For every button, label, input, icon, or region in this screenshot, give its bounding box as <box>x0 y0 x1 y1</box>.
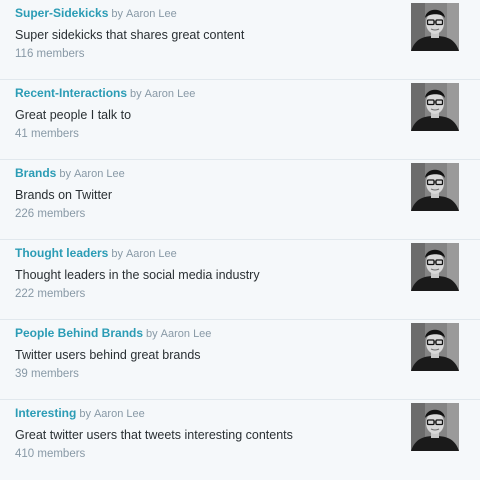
list-name-link[interactable]: Interesting <box>15 406 76 420</box>
avatar-photo-icon <box>411 323 459 371</box>
lists-list: Super-Sidekicks by Aaron Lee Super sidekic… <box>0 0 480 480</box>
avatar-photo-icon <box>411 83 459 131</box>
owner-name[interactable]: Aaron Lee <box>74 168 125 180</box>
owner-name[interactable]: Aaron Lee <box>126 248 177 260</box>
member-count[interactable]: 41 members <box>15 127 79 141</box>
list-item: People Behind Brands by Aaron Lee Twitter … <box>0 320 480 400</box>
list-byline: by Aaron Lee <box>76 408 144 420</box>
owner-name[interactable]: Aaron Lee <box>161 328 212 340</box>
owner-avatar[interactable] <box>411 403 459 451</box>
list-description: Twitter users behind great brands <box>15 348 201 362</box>
list-title-line: Super-Sidekicks by Aaron Lee <box>15 6 177 21</box>
owner-name[interactable]: Aaron Lee <box>94 408 145 420</box>
avatar-photo-icon <box>411 163 459 211</box>
list-item: Recent-Interactions by Aaron Lee Great peo… <box>0 80 480 160</box>
member-count[interactable]: 222 members <box>15 287 85 301</box>
list-item: Interesting by Aaron Lee Great twitter use… <box>0 400 480 480</box>
owner-name[interactable]: Aaron Lee <box>145 88 196 100</box>
member-count[interactable]: 226 members <box>15 207 85 221</box>
list-description: Great people I talk to <box>15 108 132 122</box>
list-name-link[interactable]: Thought leaders <box>15 246 108 260</box>
list-title-line: Brands by Aaron Lee <box>15 166 125 181</box>
list-name-link[interactable]: Recent-Interactions <box>15 86 127 100</box>
owner-avatar[interactable] <box>411 243 459 291</box>
list-title-line: Interesting by Aaron Lee <box>15 406 145 421</box>
list-byline: by Aaron Lee <box>56 168 124 180</box>
member-count[interactable]: 410 members <box>15 447 85 461</box>
owner-avatar[interactable] <box>411 3 459 51</box>
list-name-link[interactable]: Brands <box>15 166 56 180</box>
avatar-photo-icon <box>411 3 459 51</box>
list-byline: by Aaron Lee <box>108 248 176 260</box>
list-description: Brands on Twitter <box>15 188 113 202</box>
owner-avatar[interactable] <box>411 323 459 371</box>
by-label: by <box>146 328 158 340</box>
member-count[interactable]: 39 members <box>15 367 79 381</box>
list-item: Super-Sidekicks by Aaron Lee Super sidekic… <box>0 0 480 80</box>
list-name-link[interactable]: Super-Sidekicks <box>15 6 108 20</box>
list-item: Thought leaders by Aaron Lee Thought leade… <box>0 240 480 320</box>
list-title-line: Recent-Interactions by Aaron Lee <box>15 86 195 101</box>
owner-name[interactable]: Aaron Lee <box>126 8 177 20</box>
owner-avatar[interactable] <box>411 83 459 131</box>
avatar-photo-icon <box>411 243 459 291</box>
by-label: by <box>79 408 91 420</box>
by-label: by <box>111 248 123 260</box>
list-title-line: People Behind Brands by Aaron Lee <box>15 326 211 341</box>
list-title-line: Thought leaders by Aaron Lee <box>15 246 177 261</box>
by-label: by <box>130 88 142 100</box>
list-byline: by Aaron Lee <box>127 88 195 100</box>
list-name-link[interactable]: People Behind Brands <box>15 326 143 340</box>
list-description: Super sidekicks that shares great conten… <box>15 28 245 42</box>
by-label: by <box>111 8 123 20</box>
avatar-photo-icon <box>411 403 459 451</box>
member-count[interactable]: 116 members <box>15 47 84 61</box>
list-item: Brands by Aaron Lee Brands on Twitter 226 … <box>0 160 480 240</box>
list-description: Great twitter users that tweets interest… <box>15 428 293 442</box>
owner-avatar[interactable] <box>411 163 459 211</box>
list-description: Thought leaders in the social media indu… <box>15 268 260 282</box>
by-label: by <box>59 168 71 180</box>
list-byline: by Aaron Lee <box>143 328 211 340</box>
list-byline: by Aaron Lee <box>108 8 176 20</box>
